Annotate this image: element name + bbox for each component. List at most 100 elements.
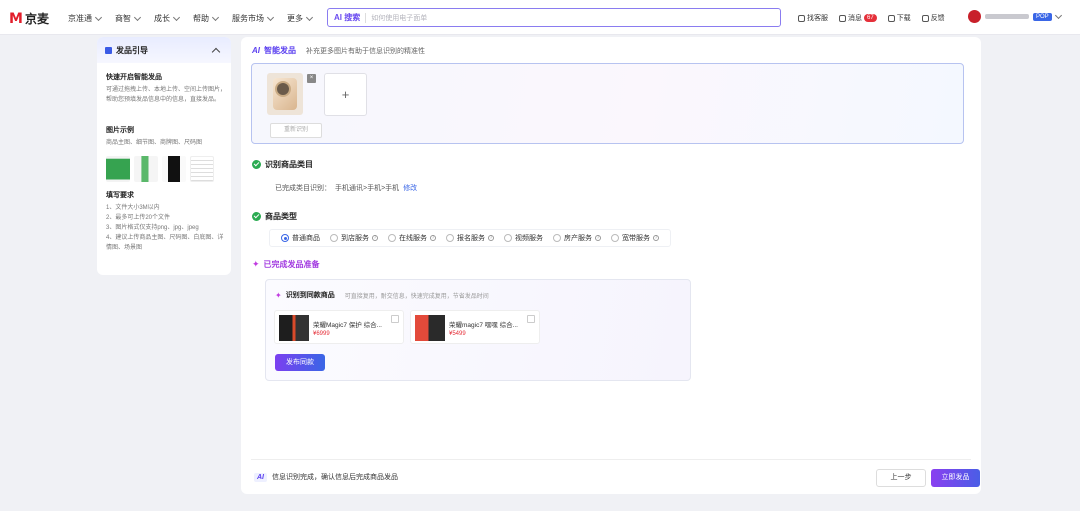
product-image xyxy=(415,315,445,341)
monitor-icon xyxy=(887,14,895,22)
user-menu[interactable]: POP xyxy=(968,10,1062,23)
box-title: 识别到同款商品 xyxy=(285,292,335,299)
uploaded-image[interactable] xyxy=(267,73,303,115)
help-icon[interactable]: ? xyxy=(372,235,378,241)
nav-item-growth[interactable]: 成长 xyxy=(154,13,181,24)
jingmai-logo[interactable]: M 京麦 xyxy=(9,10,49,27)
product-name: 荣耀magic7 嘿嘿 综合... xyxy=(449,322,518,329)
nav-item-help[interactable]: 帮助 xyxy=(193,13,220,24)
feedback-button[interactable]: 反馈 xyxy=(921,13,945,23)
delete-image-button[interactable]: × xyxy=(307,74,316,83)
type-option-online[interactable]: 在线服务? xyxy=(383,233,441,243)
product-type-radio-group: 普通商品 到店服务? 在线服务? 报名服务? 视频服务 房产服务? 宽带服务? xyxy=(269,229,671,247)
publish-same-button[interactable]: 发布同款 xyxy=(275,354,325,371)
help-icon[interactable]: ? xyxy=(595,235,601,241)
check-circle-icon xyxy=(252,160,261,169)
chevron-down-icon xyxy=(305,13,314,21)
radio[interactable] xyxy=(553,234,561,242)
section-title: 识别商品类目 xyxy=(265,160,313,169)
radio[interactable] xyxy=(388,234,396,242)
edit-icon xyxy=(921,14,929,22)
same-product-box: ✦ 识别到同款商品 可直接复用，耐交信息，快速完成复用，节省发品时间 荣耀Mag… xyxy=(265,279,691,381)
search-placeholder: 如何使用电子面单 xyxy=(371,14,428,22)
sparkle-icon: ✦ xyxy=(275,290,282,300)
type-option-normal[interactable]: 普通商品 xyxy=(276,233,325,243)
nav-item-shangzhi[interactable]: 商智 xyxy=(115,13,142,24)
nav-item-more[interactable]: 更多 xyxy=(287,13,314,24)
help-icon[interactable]: ? xyxy=(653,235,659,241)
guide-text: 1、文件大小3M以内 2、最多可上传20个文件 3、图片格式仅支持png、jpg… xyxy=(106,205,224,251)
radio[interactable] xyxy=(446,234,454,242)
type-option-signup[interactable]: 报名服务? xyxy=(441,233,499,243)
top-tools: 找客服 消息 67 下载 反馈 xyxy=(798,13,945,23)
page-title: 智能发品 xyxy=(264,46,296,55)
bell-icon xyxy=(839,14,846,22)
ready-section-header: ✦ 已完成发品准备 xyxy=(252,259,320,270)
divider xyxy=(365,12,367,23)
ai-badge: AI xyxy=(254,472,267,482)
product-card[interactable]: 荣耀Magic7 保护 综合... ¥6999 xyxy=(274,310,404,344)
sparkle-icon: ✦ xyxy=(252,259,260,269)
product-price: ¥6999 xyxy=(313,331,330,337)
product-image xyxy=(279,315,309,341)
headset-icon xyxy=(798,14,805,22)
category-prefix: 已完成类目识别： xyxy=(275,185,331,192)
reidentify-button[interactable]: 重新识别 xyxy=(270,123,322,138)
smart-publish-card: AI 智能发品 补充更多图片有助于信息识别的精准性 × + 重新识别 识别商品类… xyxy=(241,37,981,494)
product-card[interactable]: 荣耀magic7 嘿嘿 综合... ¥5499 xyxy=(410,310,540,344)
category-path: 手机通讯>手机>手机 xyxy=(335,185,400,192)
guide-section-quickstart: 快速开启智能发品 可通过拖拽上传、本地上传、空间上传图片，帮助您预填发品信息中的… xyxy=(106,72,226,105)
section-title: 已完成发品准备 xyxy=(263,260,320,269)
ai-search-input[interactable]: AI 搜索 如何使用电子面单 xyxy=(327,8,781,27)
status-text: 信息识别完成，确认信息后完成商品发品 xyxy=(272,474,398,481)
chevron-down-icon xyxy=(1054,11,1062,19)
category-result: 已完成类目识别： 手机通讯>手机>手机 修改 xyxy=(275,183,417,193)
chevron-down-icon xyxy=(133,13,142,21)
chevron-down-icon xyxy=(94,13,103,21)
example-image xyxy=(134,156,158,182)
ai-badge: AI xyxy=(252,46,260,55)
megaphone-icon xyxy=(105,46,112,54)
image-upload-area[interactable]: × + 重新识别 xyxy=(251,63,964,144)
chevron-down-icon xyxy=(211,13,220,21)
logo-text: 京麦 xyxy=(24,12,49,26)
nav-item-jingzhuntong[interactable]: 京准通 xyxy=(68,13,103,24)
publish-now-button[interactable]: 立即发品 xyxy=(931,469,980,487)
radio[interactable] xyxy=(611,234,619,242)
guide-title: 发品引导 xyxy=(116,45,148,55)
download-button[interactable]: 下载 xyxy=(887,13,911,23)
product-select-checkbox[interactable] xyxy=(391,315,399,323)
category-section-header: 识别商品类目 xyxy=(252,159,313,170)
guide-header[interactable]: 发品引导 xyxy=(97,37,231,63)
type-option-instore[interactable]: 到店服务? xyxy=(325,233,383,243)
add-image-button[interactable]: + xyxy=(324,73,367,116)
guide-section-requirements: 填写要求 1、文件大小3M以内 2、最多可上传20个文件 3、图片格式仅支持pn… xyxy=(106,190,226,253)
footer-bar: AI 信息识别完成，确认信息后完成商品发品 上一步 立即发品 xyxy=(251,459,980,487)
example-thumbnails xyxy=(106,156,214,182)
nav-item-service-market[interactable]: 服务市场 xyxy=(232,13,275,24)
type-option-property[interactable]: 房产服务? xyxy=(548,233,606,243)
section-hint: 补充更多图片有助于信息识别的精准性 xyxy=(306,47,425,55)
message-count-badge: 67 xyxy=(864,14,877,22)
check-circle-icon xyxy=(252,212,261,221)
type-option-video[interactable]: 视频服务 xyxy=(499,233,548,243)
help-icon[interactable]: ? xyxy=(430,235,436,241)
product-name: 荣耀Magic7 保护 综合... xyxy=(313,322,382,329)
messages-button[interactable]: 消息 67 xyxy=(839,13,877,23)
example-image xyxy=(106,156,130,182)
radio[interactable] xyxy=(504,234,512,242)
pop-tag: POP xyxy=(1033,12,1052,21)
customer-service-button[interactable]: 找客服 xyxy=(798,13,828,23)
modify-category-link[interactable]: 修改 xyxy=(403,183,417,193)
radio[interactable] xyxy=(330,234,338,242)
previous-step-button[interactable]: 上一步 xyxy=(876,469,926,487)
chevron-up-icon[interactable] xyxy=(211,47,221,57)
help-icon[interactable]: ? xyxy=(488,235,494,241)
top-bar: M 京麦 京准通 商智 成长 帮助 服务市场 更多 AI 搜索 如何使用电子面单… xyxy=(0,0,1080,35)
type-option-broadband[interactable]: 宽带服务? xyxy=(606,233,664,243)
product-select-checkbox[interactable] xyxy=(527,315,535,323)
radio-selected[interactable] xyxy=(281,234,289,242)
ai-search-label: AI 搜索 xyxy=(334,13,361,22)
section-header: AI 智能发品 补充更多图片有助于信息识别的精准性 xyxy=(252,45,425,56)
box-hint: 可直接复用，耐交信息，快速完成复用，节省发品时间 xyxy=(344,293,489,300)
